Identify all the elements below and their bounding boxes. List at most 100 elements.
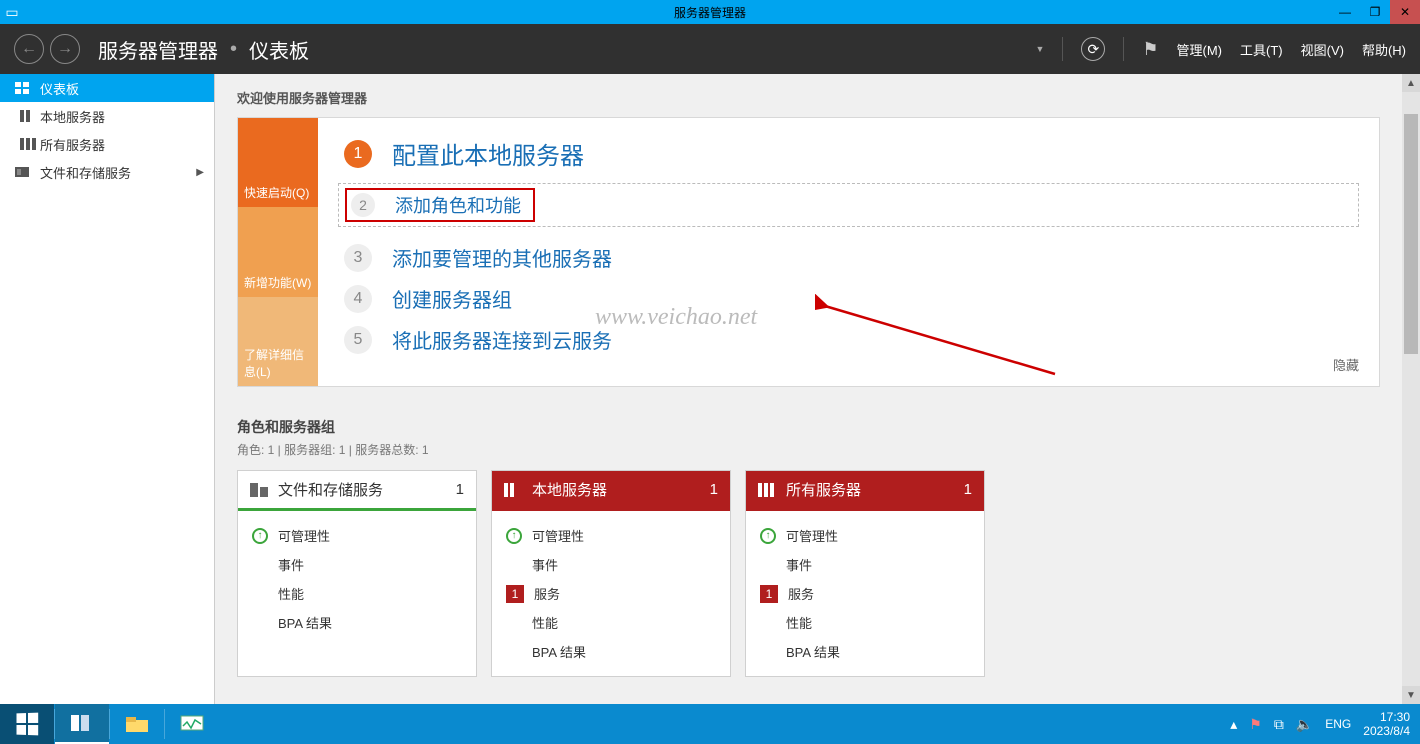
role-item-bpa[interactable]: BPA 结果 xyxy=(506,637,716,666)
role-card-header[interactable]: 所有服务器 1 xyxy=(746,471,984,511)
step-connect-cloud[interactable]: 5 将此服务器连接到云服务 xyxy=(344,325,1353,354)
role-item-label: 事件 xyxy=(786,555,812,574)
main-area: 仪表板 本地服务器 所有服务器 文件和存储服务 ▶ 欢迎使用服务器管理器 快速启… xyxy=(0,74,1420,704)
role-item-manageability[interactable]: ↑可管理性 xyxy=(252,521,462,550)
role-card-all-servers: 所有服务器 1 ↑可管理性 事件 1 服务 性能 BPA 结果 xyxy=(745,470,985,677)
scroll-up-icon[interactable]: ▲ xyxy=(1402,74,1420,92)
role-item-label: 服务 xyxy=(534,584,560,603)
tab-quickstart[interactable]: 快速启动(Q) xyxy=(238,118,318,207)
step-number-icon: 4 xyxy=(344,285,372,313)
menu-help[interactable]: 帮助(H) xyxy=(1362,40,1406,59)
role-cards: 文件和存储服务 1 ↑可管理性 事件 性能 BPA 结果 本地服务器 xyxy=(237,470,1380,677)
vertical-scrollbar[interactable]: ▲ ▼ xyxy=(1402,74,1420,704)
role-item-events[interactable]: 事件 xyxy=(506,550,716,579)
header-separator xyxy=(1062,37,1063,61)
start-button[interactable] xyxy=(0,704,54,744)
breadcrumb-app: 服务器管理器 xyxy=(98,35,218,64)
role-item-services[interactable]: 1 服务 xyxy=(506,579,716,608)
sidebar-item-file-storage[interactable]: 文件和存储服务 ▶ xyxy=(0,158,214,186)
maximize-button[interactable]: ❐ xyxy=(1360,0,1390,24)
breadcrumb-page: 仪表板 xyxy=(249,35,309,64)
sidebar-item-label: 本地服务器 xyxy=(40,107,105,126)
taskbar-app-explorer[interactable] xyxy=(110,704,164,744)
status-error-icon: 1 xyxy=(760,585,778,603)
breadcrumb-separator-icon: • xyxy=(230,38,237,61)
role-card-body: ↑可管理性 事件 性能 BPA 结果 xyxy=(238,511,476,647)
taskbar-app-server-manager[interactable] xyxy=(55,704,109,744)
role-item-label: 事件 xyxy=(278,555,304,574)
tray-clock[interactable]: 17:30 2023/8/4 xyxy=(1363,710,1410,739)
role-card-header[interactable]: 文件和存储服务 1 xyxy=(238,471,476,511)
tray-network-icon[interactable]: ⧉ xyxy=(1274,716,1284,733)
status-ok-icon: ↑ xyxy=(506,528,522,544)
scrollbar-thumb[interactable] xyxy=(1404,114,1418,354)
tray-chevron-up-icon[interactable]: ▴ xyxy=(1230,716,1237,733)
menu-view[interactable]: 视图(V) xyxy=(1301,40,1344,59)
sidebar-item-all-servers[interactable]: 所有服务器 xyxy=(0,130,214,158)
dashboard-icon xyxy=(14,82,30,94)
role-item-bpa[interactable]: BPA 结果 xyxy=(760,637,970,666)
role-card-local-server: 本地服务器 1 ↑可管理性 事件 1 服务 性能 BPA 结果 xyxy=(491,470,731,677)
status-ok-icon: ↑ xyxy=(760,528,776,544)
menu-tools[interactable]: 工具(T) xyxy=(1240,40,1283,59)
sidebar-item-label: 所有服务器 xyxy=(40,135,105,154)
welcome-body: 1 配置此本地服务器 2 添加角色和功能 3 添加要管理的其他服务器 xyxy=(318,118,1379,386)
tab-label: 新增功能(W) xyxy=(244,274,311,291)
menu-manage[interactable]: 管理(M) xyxy=(1177,40,1223,59)
storage-icon xyxy=(250,483,268,497)
content-pane: 欢迎使用服务器管理器 快速启动(Q) 新增功能(W) 了解详细信息(L) 1 配… xyxy=(215,74,1420,704)
minimize-button[interactable]: — xyxy=(1330,0,1360,24)
notifications-flag-icon[interactable]: ⚑ xyxy=(1142,39,1158,60)
role-item-performance[interactable]: 性能 xyxy=(760,608,970,637)
role-item-label: 性能 xyxy=(786,613,812,632)
taskbar-app-monitor[interactable] xyxy=(165,704,219,744)
tab-whatsnew[interactable]: 新增功能(W) xyxy=(238,207,318,296)
role-item-performance[interactable]: 性能 xyxy=(506,608,716,637)
step-add-roles-wrapper: 2 添加角色和功能 xyxy=(338,183,1359,227)
scroll-down-icon[interactable]: ▼ xyxy=(1402,686,1420,704)
role-item-events[interactable]: 事件 xyxy=(252,550,462,579)
sidebar-item-label: 仪表板 xyxy=(40,79,79,98)
close-button[interactable]: ✕ xyxy=(1390,0,1420,24)
tray-volume-icon[interactable]: 🔈 xyxy=(1296,716,1313,733)
tray-flag-icon[interactable]: ⚑ xyxy=(1249,716,1262,733)
sidebar: 仪表板 本地服务器 所有服务器 文件和存储服务 ▶ xyxy=(0,74,215,704)
status-ok-icon: ↑ xyxy=(252,528,268,544)
role-item-manageability[interactable]: ↑可管理性 xyxy=(506,521,716,550)
back-button[interactable]: ← xyxy=(14,34,44,64)
step-create-server-group[interactable]: 4 创建服务器组 xyxy=(344,284,1353,313)
role-item-label: BPA 结果 xyxy=(532,642,586,661)
step-number-icon: 2 xyxy=(351,193,375,217)
window-titlebar: ▭ 服务器管理器 — ❐ ✕ xyxy=(0,0,1420,24)
tab-label: 了解详细信息(L) xyxy=(244,346,312,380)
step-add-other-servers[interactable]: 3 添加要管理的其他服务器 xyxy=(344,243,1353,272)
folder-icon xyxy=(124,714,150,734)
refresh-button[interactable]: ⟳ xyxy=(1081,37,1105,61)
role-item-manageability[interactable]: ↑可管理性 xyxy=(760,521,970,550)
hide-button[interactable]: 隐藏 xyxy=(1333,355,1359,374)
forward-button[interactable]: → xyxy=(50,34,80,64)
taskbar: ▴ ⚑ ⧉ 🔈 ENG 17:30 2023/8/4 xyxy=(0,704,1420,744)
tab-learnmore[interactable]: 了解详细信息(L) xyxy=(238,297,318,386)
role-item-performance[interactable]: 性能 xyxy=(252,579,462,608)
sidebar-item-local-server[interactable]: 本地服务器 xyxy=(0,102,214,130)
header-bar: ← → 服务器管理器 • 仪表板 ▼ ⟳ ⚑ 管理(M) 工具(T) 视图(V)… xyxy=(0,24,1420,74)
all-servers-icon xyxy=(758,483,776,497)
role-card-body: ↑可管理性 事件 1 服务 性能 BPA 结果 xyxy=(492,511,730,676)
role-item-events[interactable]: 事件 xyxy=(760,550,970,579)
role-card-header[interactable]: 本地服务器 1 xyxy=(492,471,730,511)
role-item-label: 服务 xyxy=(788,584,814,603)
step-link: 添加要管理的其他服务器 xyxy=(392,243,612,272)
monitor-icon xyxy=(179,714,205,734)
tab-label: 快速启动(Q) xyxy=(244,184,309,201)
step-add-roles-features[interactable]: 2 添加角色和功能 xyxy=(345,188,535,222)
role-item-bpa[interactable]: BPA 结果 xyxy=(252,608,462,637)
tray-language[interactable]: ENG xyxy=(1325,717,1351,731)
chevron-right-icon: ▶ xyxy=(196,167,204,178)
role-item-services[interactable]: 1 服务 xyxy=(760,579,970,608)
breadcrumb-dropdown-icon[interactable]: ▼ xyxy=(1035,44,1044,54)
sidebar-item-dashboard[interactable]: 仪表板 xyxy=(0,74,214,102)
role-item-label: 性能 xyxy=(278,584,304,603)
step-configure-local-server[interactable]: 1 配置此本地服务器 xyxy=(344,136,1353,171)
status-error-icon: 1 xyxy=(506,585,524,603)
